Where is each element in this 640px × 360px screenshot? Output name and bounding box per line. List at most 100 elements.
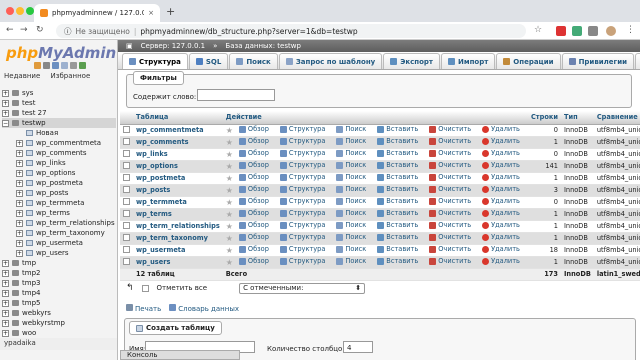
- drop-action[interactable]: Удалить: [482, 149, 520, 157]
- tree-item[interactable]: + wp_commentmeta: [2, 138, 116, 148]
- address-bar[interactable]: ⓘ Не защищено | phpmyadminnew/db_structu…: [56, 24, 526, 38]
- browse-action[interactable]: Обзор: [238, 137, 269, 145]
- column-header[interactable]: Сравнение: [593, 111, 640, 125]
- expand-toggle-icon[interactable]: +: [16, 249, 23, 257]
- expand-toggle-icon[interactable]: +: [2, 289, 9, 297]
- tree-item-label[interactable]: webkyrstmp: [22, 319, 65, 327]
- expand-toggle-icon[interactable]: +: [2, 269, 9, 277]
- favorite-star-icon[interactable]: ★: [226, 174, 233, 183]
- tree-item[interactable]: + tmp: [2, 258, 116, 268]
- tree-item-label[interactable]: wp_terms: [36, 209, 70, 217]
- tree-item[interactable]: + wp_term_taxonomy: [2, 228, 116, 238]
- tab-7[interactable]: Привилегии: [561, 53, 635, 69]
- favorite-star-icon[interactable]: ★: [226, 138, 233, 147]
- expand-toggle-icon[interactable]: +: [2, 89, 9, 97]
- insert-action[interactable]: Вставить: [377, 137, 418, 145]
- drop-action[interactable]: Удалить: [482, 173, 520, 181]
- insert-action[interactable]: Вставить: [377, 233, 418, 241]
- tree-item-label[interactable]: test: [22, 99, 35, 107]
- structure-action[interactable]: Структура: [279, 173, 325, 181]
- search-action[interactable]: Поиск: [336, 221, 366, 229]
- tab-5[interactable]: Импорт: [440, 53, 496, 69]
- empty-action[interactable]: Очистить: [429, 161, 471, 169]
- browse-action[interactable]: Обзор: [238, 197, 269, 205]
- tree-item-label[interactable]: wp_commentmeta: [36, 139, 101, 147]
- structure-action[interactable]: Структура: [279, 209, 325, 217]
- tree-item-label[interactable]: wp_comments: [36, 149, 87, 157]
- tree-item-label[interactable]: test 27: [22, 109, 47, 117]
- insert-action[interactable]: Вставить: [377, 161, 418, 169]
- empty-action[interactable]: Очистить: [429, 233, 471, 241]
- tree-item[interactable]: + wp_comments: [2, 148, 116, 158]
- search-action[interactable]: Поиск: [336, 161, 366, 169]
- tree-item-label[interactable]: Новая: [36, 129, 58, 137]
- tab-6[interactable]: Операции: [496, 53, 561, 69]
- browse-action[interactable]: Обзор: [238, 233, 269, 241]
- favorite-star-icon[interactable]: ★: [226, 222, 233, 231]
- empty-action[interactable]: Очистить: [429, 173, 471, 181]
- tree-item[interactable]: + test: [2, 98, 116, 108]
- browse-action[interactable]: Обзор: [238, 257, 269, 265]
- tree-item[interactable]: + webkyrstmp: [2, 318, 116, 328]
- extension-icon[interactable]: [556, 26, 566, 36]
- browse-action[interactable]: Обзор: [238, 149, 269, 157]
- reload-icon[interactable]: [79, 62, 86, 69]
- structure-action[interactable]: Структура: [279, 233, 325, 241]
- tree-item[interactable]: + wp_links: [2, 158, 116, 168]
- insert-action[interactable]: Вставить: [377, 197, 418, 205]
- filter-input[interactable]: [197, 89, 275, 101]
- expand-toggle-icon[interactable]: +: [2, 309, 9, 317]
- table-name-link[interactable]: wp_users: [133, 256, 223, 269]
- tree-item[interactable]: + wp_usermeta: [2, 238, 116, 248]
- tree-item-label[interactable]: wp_term_taxonomy: [36, 229, 105, 237]
- structure-action[interactable]: Структура: [279, 257, 325, 265]
- expand-toggle-icon[interactable]: +: [2, 299, 9, 307]
- favorite-star-icon[interactable]: ★: [226, 162, 233, 171]
- drop-action[interactable]: Удалить: [482, 245, 520, 253]
- search-action[interactable]: Поиск: [336, 233, 366, 241]
- logout-icon[interactable]: [43, 62, 50, 69]
- maximize-window-icon[interactable]: [26, 7, 34, 15]
- expand-toggle-icon[interactable]: +: [16, 229, 23, 237]
- drop-action[interactable]: Удалить: [482, 197, 520, 205]
- empty-action[interactable]: Очистить: [429, 221, 471, 229]
- recent-tab[interactable]: Недавние: [4, 72, 40, 80]
- tree-item-label[interactable]: tmp2: [22, 269, 40, 277]
- close-window-icon[interactable]: [6, 7, 14, 15]
- favorite-star-icon[interactable]: ★: [226, 234, 233, 243]
- favorite-star-icon[interactable]: ★: [226, 258, 233, 267]
- tree-item[interactable]: + tmp2: [2, 268, 116, 278]
- insert-action[interactable]: Вставить: [377, 245, 418, 253]
- back-icon[interactable]: ←: [6, 25, 14, 35]
- insert-action[interactable]: Вставить: [377, 209, 418, 217]
- tree-item-label[interactable]: tmp: [22, 259, 36, 267]
- tree-item-label[interactable]: woo: [22, 329, 36, 337]
- expand-toggle-icon[interactable]: +: [16, 169, 23, 177]
- avatar[interactable]: [606, 26, 616, 36]
- expand-toggle-icon[interactable]: −: [2, 119, 9, 127]
- tree-item-label[interactable]: wp_options: [36, 169, 75, 177]
- tree-item[interactable]: + wp_options: [2, 168, 116, 178]
- search-action[interactable]: Поиск: [336, 257, 366, 265]
- empty-action[interactable]: Очистить: [429, 197, 471, 205]
- tree-item-label[interactable]: wp_termmeta: [36, 199, 84, 207]
- search-action[interactable]: Поиск: [336, 209, 366, 217]
- expand-toggle-icon[interactable]: +: [2, 99, 9, 107]
- structure-action[interactable]: Структура: [279, 137, 325, 145]
- drop-action[interactable]: Удалить: [482, 137, 520, 145]
- drop-action[interactable]: Удалить: [482, 209, 520, 217]
- extension-icon[interactable]: [588, 26, 598, 36]
- tree-item[interactable]: + tmp5: [2, 298, 116, 308]
- table-name-link[interactable]: wp_term_taxonomy: [133, 232, 223, 245]
- tab-0[interactable]: Структура: [122, 53, 188, 69]
- browse-action[interactable]: Обзор: [238, 173, 269, 181]
- home-icon[interactable]: [34, 62, 41, 69]
- tree-item-label[interactable]: wp_links: [36, 159, 66, 167]
- column-header[interactable]: Строки: [527, 111, 561, 125]
- favorite-star-icon[interactable]: ★: [226, 246, 233, 255]
- insert-action[interactable]: Вставить: [377, 185, 418, 193]
- drop-action[interactable]: Удалить: [482, 233, 520, 241]
- check-all-checkbox[interactable]: [141, 284, 149, 292]
- drop-action[interactable]: Удалить: [482, 185, 520, 193]
- tree-item[interactable]: + wp_postmeta: [2, 178, 116, 188]
